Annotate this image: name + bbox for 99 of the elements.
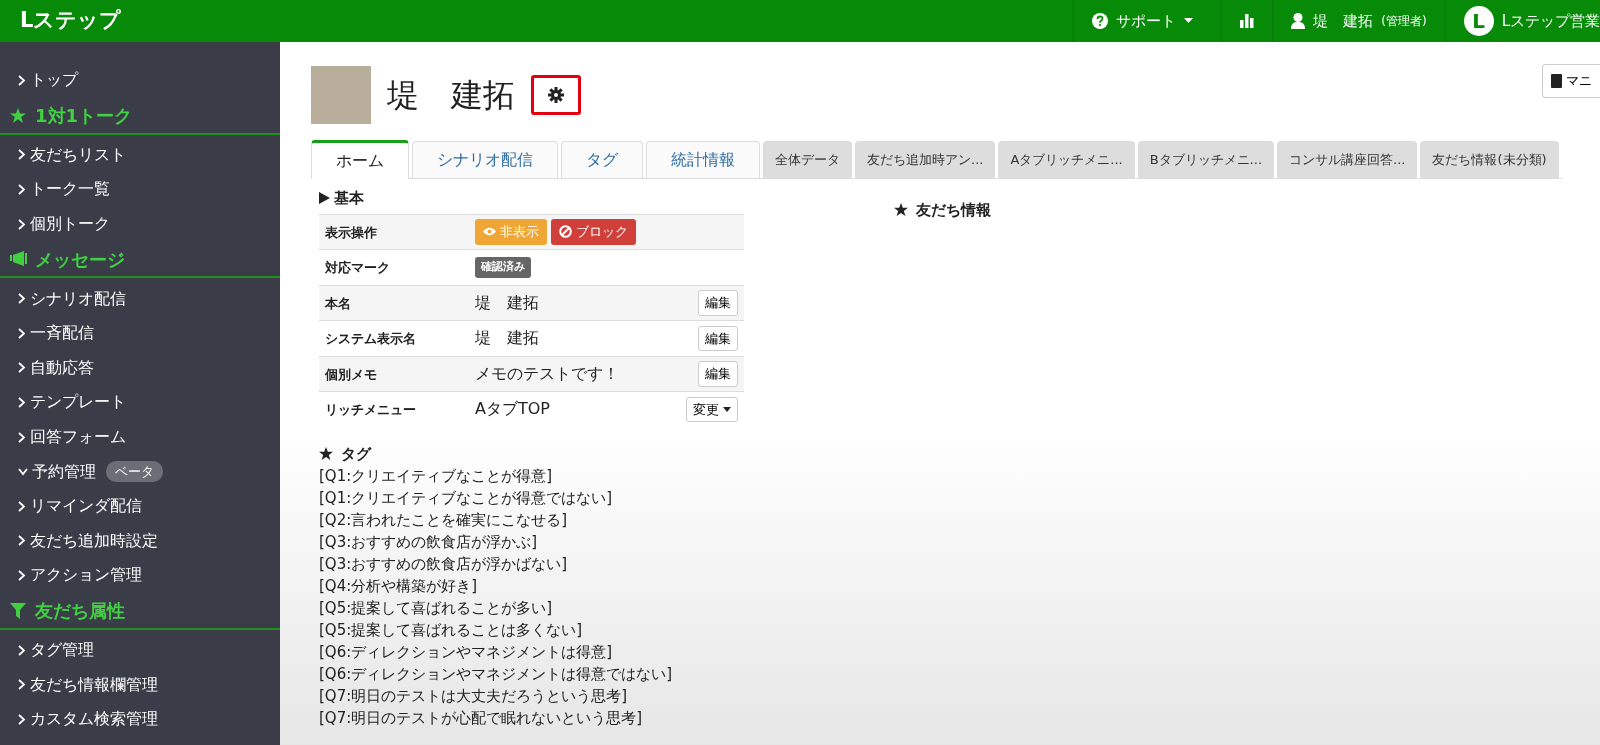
status-badge: 確認済み: [475, 257, 531, 278]
tag-item: [Q7:明日のテストは大丈夫だろうという思考]: [319, 686, 629, 707]
chevron-right-icon: [18, 679, 26, 691]
sidebar-item[interactable]: 自動応答: [18, 355, 94, 380]
brand-logo[interactable]: Lステップ: [0, 5, 122, 37]
chevron-right-icon: [18, 713, 26, 725]
chevron-right-icon: [18, 74, 26, 86]
chevron-right-icon: [18, 644, 26, 656]
tag-item: [Q7:明日のテストが心配で眠れないという思考]: [319, 708, 644, 729]
sidebar-item[interactable]: リマインダ配信: [18, 494, 142, 519]
block-button[interactable]: ブロック: [551, 219, 636, 245]
tab[interactable]: 友だち情報(未分類): [1420, 141, 1559, 178]
section-heading: 友だち属性: [35, 599, 125, 624]
tag-item: [Q6:ディレクションやマネジメントは得意ではない]: [319, 664, 674, 685]
chevron-right-icon: [18, 327, 26, 339]
tag-item: [Q4:分析や構築が好き]: [319, 576, 479, 597]
sidebar-item[interactable]: トーク一覧: [18, 177, 110, 202]
edit-button[interactable]: 編集: [698, 361, 738, 387]
chevron-right-icon: [18, 431, 26, 443]
tab[interactable]: タグ: [561, 141, 643, 178]
megaphone-icon: [10, 251, 27, 268]
chevron-right-icon: [18, 396, 26, 408]
star-icon: [319, 446, 333, 461]
profile-name: 堤 建拓: [387, 75, 515, 116]
tag-item: [Q3:おすすめの飲食店が浮かぶ]: [319, 532, 539, 553]
tag-item: [Q3:おすすめの飲食店が浮かばない]: [319, 554, 569, 575]
tab[interactable]: Aタブリッチメニ...: [998, 141, 1135, 178]
tab[interactable]: シナリオ配信: [412, 141, 558, 178]
edit-button[interactable]: 編集: [698, 290, 738, 316]
chevron-down-icon: [18, 467, 28, 476]
field-label: 本名: [325, 294, 352, 313]
star-icon: [894, 203, 908, 218]
sidebar-item[interactable]: 一斉配信: [18, 321, 94, 346]
field-value: 堤 建拓: [475, 327, 539, 350]
field-value: 堤 建拓: [475, 291, 539, 314]
user-role: (管理者): [1381, 13, 1427, 30]
sidebar-item[interactable]: 友だち情報欄管理: [18, 672, 158, 697]
field-value: AタブTOP: [475, 398, 550, 421]
section-heading: 友だち情報: [916, 200, 991, 221]
section-heading: 1対1トーク: [35, 104, 133, 129]
chevron-right-icon: [18, 569, 26, 581]
tag-item: [Q5:提案して喜ばれることが多い]: [319, 598, 554, 619]
settings-icon: [548, 87, 564, 103]
sidebar-item[interactable]: シナリオ配信: [18, 286, 126, 311]
tab[interactable]: コンサル講座回答...: [1277, 141, 1418, 178]
beta-badge: ベータ: [106, 460, 163, 483]
edit-button[interactable]: 編集: [698, 325, 738, 351]
sidebar-item[interactable]: カスタム検索管理: [18, 707, 158, 732]
funnel-icon: [10, 602, 27, 619]
field-label: 個別メモ: [325, 365, 378, 384]
caret-icon: [723, 406, 731, 412]
account-logo: L: [1463, 6, 1494, 36]
tag-item: [Q6:ディレクションやマネジメントは得意]: [319, 642, 614, 663]
section-heading: 基本: [334, 188, 364, 209]
user-name[interactable]: 堤 建拓: [1313, 9, 1374, 33]
chevron-right-icon: [18, 500, 26, 512]
tag-item: [Q5:提案して喜ばれることは多くない]: [319, 620, 584, 641]
ban-icon: [559, 225, 572, 239]
sidebar-item[interactable]: トップ: [18, 68, 78, 93]
section-heading: タグ: [341, 443, 371, 465]
sidebar-item[interactable]: 予約管理: [18, 459, 96, 484]
sidebar-item[interactable]: アクション管理: [18, 563, 142, 588]
chevron-right-icon: [18, 362, 26, 374]
tab[interactable]: 友だち追加時アン...: [855, 141, 996, 178]
chevron-right-icon: [18, 149, 26, 161]
account-name[interactable]: Lステップ営業: [1501, 9, 1600, 33]
tab[interactable]: Bタブリッチメニ...: [1137, 141, 1275, 178]
tag-item: [Q2:言われたことを確実にこなせる]: [319, 510, 569, 531]
chevron-right-icon: [18, 184, 26, 195]
field-label: システム表示名: [325, 330, 417, 348]
field-label: 対応マーク: [325, 259, 391, 277]
chevron-right-icon: [18, 535, 26, 547]
tag-item: [Q1:クリエイティブなことが得意]: [319, 466, 554, 487]
change-dropdown[interactable]: 変更: [686, 396, 738, 422]
sidebar-item[interactable]: 友だち追加時設定: [18, 528, 158, 553]
tab[interactable]: 統計情報: [646, 141, 760, 178]
bar-chart-icon: [1240, 14, 1255, 28]
tab[interactable]: 全体データ: [763, 141, 852, 178]
triangle-right-icon: [319, 192, 330, 205]
tag-item: [Q1:クリエイティブなことが得意ではない]: [319, 488, 614, 509]
caret-icon: [1184, 18, 1194, 24]
star-icon: [10, 107, 27, 124]
manual-button[interactable]: マニ: [1542, 64, 1600, 98]
sidebar-item[interactable]: 友だちリスト: [18, 142, 126, 167]
settings-button[interactable]: [531, 75, 581, 115]
user-icon: [1291, 13, 1306, 29]
chevron-right-icon: [18, 218, 26, 230]
field-label: 表示操作: [325, 223, 378, 242]
chevron-right-icon: [18, 293, 26, 305]
field-label: リッチメニュー: [325, 401, 417, 419]
help-icon: [1092, 13, 1109, 29]
sidebar-item[interactable]: タグ管理: [18, 638, 94, 662]
sidebar-item[interactable]: 回答フォーム: [18, 425, 126, 450]
profile-photo-placeholder: [311, 66, 371, 124]
section-heading: メッセージ: [35, 247, 125, 272]
field-value: メモのテストです！: [475, 362, 619, 385]
tab[interactable]: ホーム: [311, 140, 409, 179]
sidebar-item[interactable]: テンプレート: [18, 390, 126, 415]
sidebar-item[interactable]: 個別トーク: [18, 212, 110, 237]
